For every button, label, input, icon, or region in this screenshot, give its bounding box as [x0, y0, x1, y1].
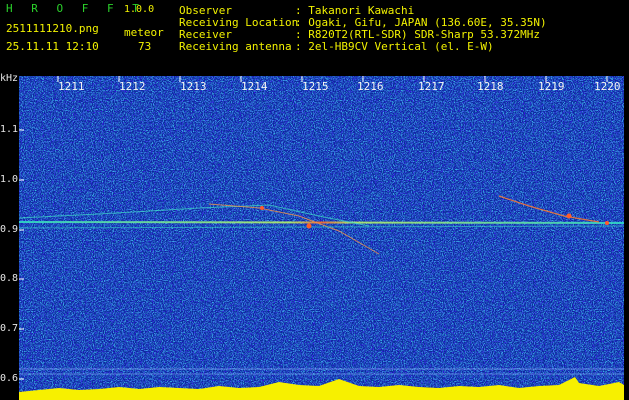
y-tick-label: 0.7	[0, 323, 19, 334]
spectrogram-plot	[19, 76, 624, 400]
x-tick-label: 1219	[538, 80, 565, 93]
x-tick-label: 1211	[58, 80, 85, 93]
app-version: 1.0.0	[124, 4, 155, 15]
date-time: 25.11.11 12:10	[6, 40, 99, 53]
meteor-count: 73	[138, 40, 152, 53]
header-panel: H R O F F T 1.0.0 2511111210.png meteor …	[0, 0, 629, 76]
y-tick-label: 1.1	[0, 124, 19, 135]
carrier-line	[19, 221, 624, 224]
x-tick-label: 1217	[418, 80, 445, 93]
x-tick-label: 1213	[180, 80, 207, 93]
y-axis-unit: kHz	[0, 73, 19, 84]
y-tick-label: 0.8	[0, 273, 19, 284]
y-tick-label: 1.0	[0, 174, 19, 185]
info-value-antenna: : 2el-HB9CV Vertical (el. E-W)	[295, 40, 494, 53]
x-tick-label: 1214	[241, 80, 268, 93]
y-tick-label: 0.6	[0, 373, 19, 384]
file-name: 2511111210.png	[6, 22, 99, 35]
x-tick-label: 1220	[594, 80, 621, 93]
x-tick-label: 1215	[302, 80, 329, 93]
x-tick-label: 1216	[357, 80, 384, 93]
y-tick-label: 0.9	[0, 224, 19, 235]
noise-texture	[19, 76, 624, 400]
info-label-antenna: Receiving antenna	[179, 40, 292, 53]
spectrogram-svg	[19, 76, 624, 400]
mode-label: meteor	[124, 26, 164, 39]
x-tick-label: 1212	[119, 80, 146, 93]
x-tick-label: 1218	[477, 80, 504, 93]
